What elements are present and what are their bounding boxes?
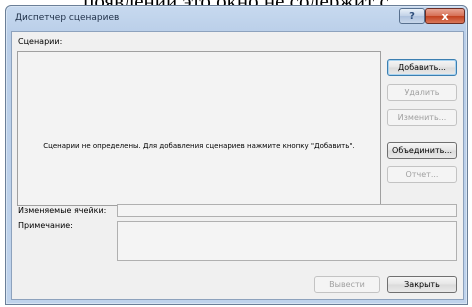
- close-window-button[interactable]: x: [425, 8, 465, 24]
- scenarios-list[interactable]: Сценарии не определены. Для добавления с…: [17, 51, 381, 206]
- dialog-title: Диспетчер сценариев: [15, 13, 120, 23]
- close-button[interactable]: Закрыть: [387, 276, 457, 293]
- delete-button[interactable]: Удалить: [387, 84, 457, 101]
- scenarios-label: Сценарии:: [18, 37, 63, 46]
- comment-label: Примечание:: [18, 221, 73, 230]
- title-bar[interactable]: Диспетчер сценариев ? x: [6, 6, 467, 30]
- close-icon: x: [441, 9, 449, 23]
- changing-cells-label: Изменяемые ячейки:: [18, 206, 107, 215]
- add-button[interactable]: Добавить...: [387, 59, 457, 76]
- merge-button[interactable]: Объединить...: [387, 142, 457, 159]
- changing-cells-field[interactable]: [117, 204, 457, 217]
- scenario-manager-dialog: Диспетчер сценариев ? x Сценарии: Сценар…: [5, 5, 468, 305]
- show-button[interactable]: Вывести: [314, 276, 380, 293]
- report-button[interactable]: Отчет...: [387, 166, 457, 183]
- help-icon: ?: [409, 10, 415, 22]
- comment-field[interactable]: [117, 221, 457, 261]
- edit-button[interactable]: Изменить...: [387, 109, 457, 126]
- help-button[interactable]: ?: [399, 8, 425, 24]
- dialog-body: Сценарии: Сценарии не определены. Для до…: [11, 31, 464, 300]
- empty-scenarios-message: Сценарии не определены. Для добавления с…: [43, 142, 355, 150]
